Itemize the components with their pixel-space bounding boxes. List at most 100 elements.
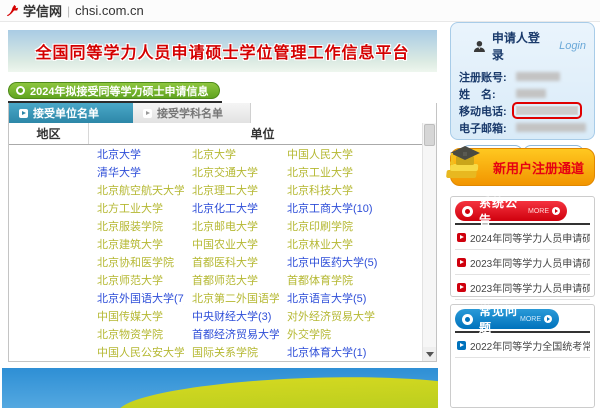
unit-link[interactable]: 首都经济贸易大学(6) bbox=[192, 329, 279, 341]
list-item[interactable]: 2023年同等学力人员申请硕士学位外... bbox=[455, 275, 590, 300]
more-label: MORE bbox=[528, 208, 549, 215]
unit-cell: 外交学院 bbox=[279, 325, 436, 343]
unit-link[interactable]: 北京工商大学(10) bbox=[287, 203, 373, 215]
person-icon bbox=[473, 40, 486, 53]
unit-link[interactable]: 首都医科大学 bbox=[192, 257, 258, 269]
unit-link[interactable]: 中央财经大学(3) bbox=[192, 311, 271, 323]
unit-link[interactable]: 北京建筑大学 bbox=[97, 239, 163, 251]
unit-link[interactable]: 北京工业大学 bbox=[287, 167, 353, 179]
field-value-redacted[interactable] bbox=[516, 123, 586, 132]
field-value-redacted[interactable] bbox=[516, 89, 546, 98]
unit-link[interactable]: 中国传媒大学 bbox=[97, 311, 163, 323]
page-title: 全国同等学力人员申请硕士学位管理工作信息平台 bbox=[35, 39, 409, 63]
field-value-redacted[interactable] bbox=[516, 72, 560, 81]
field-label: 注册账号: bbox=[459, 69, 516, 85]
unit-link[interactable]: 北京邮电大学 bbox=[192, 221, 258, 233]
unit-table-body: 北京大学北京大学中国人民大学清华大学北京交通大学北京工业大学北京航空航天大学北京… bbox=[9, 145, 436, 360]
unit-link[interactable]: 外交学院 bbox=[287, 329, 331, 341]
unit-link[interactable]: 中国农业大学 bbox=[192, 239, 258, 251]
site-brand[interactable]: 学信网 bbox=[23, 1, 62, 20]
list-item-text: 2024年同等学力人员申请硕士学位外... bbox=[470, 230, 590, 245]
unit-link[interactable]: 北京外国语大学(7) bbox=[97, 293, 184, 305]
faq-header: 常见问题 MORE bbox=[455, 309, 559, 329]
unit-cell: 北京师范大学 bbox=[89, 271, 184, 289]
unit-link[interactable]: 北京物资学院 bbox=[97, 329, 163, 341]
unit-link[interactable]: 北京体育大学(1) bbox=[287, 347, 366, 359]
unit-link[interactable]: 北京第二外国语学院 bbox=[192, 293, 279, 305]
register-banner-label: 新用户注册通道 bbox=[493, 158, 584, 177]
login-title: 申请人登录 bbox=[492, 29, 551, 63]
tab-arrow-icon bbox=[143, 109, 152, 118]
unit-cell: 国际关系学院 bbox=[184, 343, 279, 360]
scrollbar-thumb[interactable] bbox=[424, 124, 435, 146]
unit-link[interactable]: 对外经济贸易大学 bbox=[287, 311, 375, 323]
unit-link[interactable]: 北京中医药大学(5) bbox=[287, 257, 377, 269]
unit-link[interactable]: 北京师范大学 bbox=[97, 275, 163, 287]
unit-cell: 北京建筑大学 bbox=[89, 235, 184, 253]
announcements-more-link[interactable]: MORE bbox=[528, 207, 560, 215]
unit-link[interactable]: 北京科技大学 bbox=[287, 185, 353, 197]
list-item-text: 2023年同等学力人员申请硕士学位外... bbox=[470, 280, 590, 295]
unit-cell: 北京林业大学 bbox=[279, 235, 436, 253]
unit-link[interactable]: 北京交通大学 bbox=[192, 167, 258, 179]
field-label: 移动电话: bbox=[459, 103, 516, 119]
tab-accepting-subjects[interactable]: 接受学科名单 bbox=[133, 103, 251, 123]
table-scrollbar[interactable] bbox=[422, 123, 436, 361]
announcement-list: 2024年同等学力人员申请硕士学位外... 2023年同等学力人员申请硕士学位外.… bbox=[455, 225, 590, 300]
unit-link[interactable]: 中国人民公安大学 bbox=[97, 347, 184, 359]
unit-cell: 北京理工大学 bbox=[184, 181, 279, 199]
scroll-down-button[interactable] bbox=[423, 347, 436, 361]
unit-link[interactable]: 北京林业大学 bbox=[287, 239, 353, 251]
list-item[interactable]: 2023年同等学力人员申请硕士学位外... bbox=[455, 250, 590, 275]
faq-more-link[interactable]: MORE bbox=[520, 315, 552, 323]
brand-divider: | bbox=[67, 4, 70, 18]
background-sky-image bbox=[2, 368, 438, 408]
admission-info-button[interactable]: 2024年拟接受同等学力硕士申请信息 bbox=[8, 82, 220, 99]
play-icon bbox=[457, 233, 466, 242]
unit-cell: 首都师范大学 bbox=[184, 271, 279, 289]
chsi-logo-icon bbox=[5, 3, 20, 18]
unit-link[interactable]: 北京协和医学院 bbox=[97, 257, 174, 269]
unit-cell: 北京印刷学院 bbox=[279, 217, 436, 235]
topbar: 学信网 | chsi.com.cn bbox=[0, 0, 600, 22]
announcements-header: 系统公告 MORE bbox=[455, 201, 567, 221]
unit-link[interactable]: 北方工业大学 bbox=[97, 203, 163, 215]
unit-link[interactable]: 北京大学 bbox=[192, 149, 236, 161]
unit-link[interactable]: 首都师范大学 bbox=[192, 275, 258, 287]
unit-link[interactable]: 首都体育学院 bbox=[287, 275, 353, 287]
unit-link[interactable]: 中国人民大学 bbox=[287, 149, 353, 161]
play-icon bbox=[457, 258, 466, 267]
table-row: 北京师范大学 首都师范大学 首都体育学院 bbox=[9, 271, 436, 289]
unit-link[interactable]: 国际关系学院 bbox=[192, 347, 258, 359]
play-icon bbox=[457, 341, 466, 350]
unit-link[interactable]: 北京印刷学院 bbox=[287, 221, 353, 233]
graduation-cap-icon bbox=[442, 140, 488, 186]
field-value-redacted[interactable] bbox=[516, 106, 578, 115]
unit-cell: 北京邮电大学 bbox=[184, 217, 279, 235]
unit-link[interactable]: 北京航空航天大学 bbox=[97, 185, 184, 197]
faq-title: 常见问题 bbox=[479, 302, 520, 336]
admission-info-label: 2024年拟接受同等学力硕士申请信息 bbox=[30, 83, 208, 99]
unit-cell: 北京大学 bbox=[89, 145, 184, 163]
unit-cell: 北京第二外国语学院 bbox=[184, 289, 279, 307]
tab-arrow-icon bbox=[19, 109, 28, 118]
login-field-row: 姓 名: bbox=[459, 85, 586, 102]
info-pill-wrap: 2024年拟接受同等学力硕士申请信息 bbox=[8, 82, 222, 103]
list-item[interactable]: 2024年同等学力人员申请硕士学位外... bbox=[455, 225, 590, 250]
list-item[interactable]: 2022年同等学力全国统考常见问题 bbox=[455, 333, 590, 358]
login-header: 申请人登录 Login bbox=[459, 29, 586, 63]
unit-link[interactable]: 北京化工大学 bbox=[192, 203, 258, 215]
tab-accepting-units[interactable]: 接受单位名单 bbox=[9, 103, 133, 123]
unit-link[interactable]: 北京服装学院 bbox=[97, 221, 163, 233]
field-label: 姓 名: bbox=[459, 86, 516, 102]
background-hill bbox=[117, 371, 438, 408]
unit-link[interactable]: 北京语言大学(5) bbox=[287, 293, 366, 305]
unit-cell: 北京航空航天大学 bbox=[89, 181, 184, 199]
unit-link[interactable]: 北京大学 bbox=[97, 149, 141, 161]
unit-link[interactable]: 北京理工大学 bbox=[192, 185, 258, 197]
unit-cell: 中国人民公安大学 bbox=[89, 343, 184, 360]
bullet-icon bbox=[16, 86, 25, 95]
site-domain[interactable]: chsi.com.cn bbox=[75, 3, 144, 18]
unit-link[interactable]: 清华大学 bbox=[97, 167, 141, 179]
table-row: 北京协和医学院 首都医科大学 北京中医药大学(5) bbox=[9, 253, 436, 271]
